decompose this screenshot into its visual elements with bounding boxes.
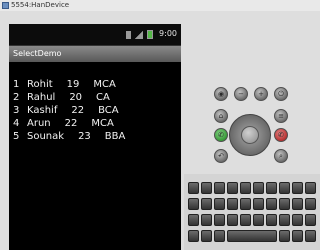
keyboard-key[interactable]: [240, 182, 251, 194]
keyboard-key[interactable]: [214, 182, 225, 194]
keyboard-key[interactable]: [214, 214, 225, 226]
signal-icon: [135, 30, 143, 39]
keyboard-key[interactable]: [214, 230, 225, 242]
row-name: Kashif: [27, 105, 58, 116]
keyboard-key[interactable]: [214, 198, 225, 210]
keyboard-key[interactable]: [305, 230, 316, 242]
keyboard-key[interactable]: [201, 182, 212, 194]
status-bar: 9:00: [9, 24, 181, 46]
keyboard-key[interactable]: [305, 182, 316, 194]
keyboard-key[interactable]: [266, 182, 277, 194]
keyboard-key[interactable]: [292, 198, 303, 210]
row-age: 19: [66, 79, 80, 90]
keyboard-key[interactable]: [279, 214, 290, 226]
student-list: 1 Rohit 19 MCA 2 Rahul 20 CA 3 Kashif 22…: [13, 78, 125, 143]
search-icon[interactable]: ⌕: [274, 149, 288, 163]
row-age: 22: [71, 105, 85, 116]
row-name: Rohit: [27, 79, 53, 90]
keyboard-key[interactable]: [253, 182, 264, 194]
dpad-center-button[interactable]: [241, 126, 259, 144]
window-title: 5554:HanDevice: [11, 1, 70, 9]
keyboard-key[interactable]: [266, 198, 277, 210]
row-course: BBA: [104, 131, 126, 142]
home-icon[interactable]: ⌂: [214, 109, 228, 123]
keyboard-key[interactable]: [201, 214, 212, 226]
keyboard-key[interactable]: [266, 214, 277, 226]
row-name: Arun: [27, 118, 51, 129]
app-title-bar: SelectDemo: [9, 46, 181, 62]
row-name: Sounak: [27, 131, 65, 142]
keyboard-key[interactable]: [240, 214, 251, 226]
sim-card-icon: [126, 30, 131, 39]
row-course: CA: [96, 92, 110, 103]
row-id: 1: [13, 79, 20, 90]
keyboard-key[interactable]: [279, 230, 290, 242]
app-title: SelectDemo: [13, 49, 62, 58]
row-course: MCA: [93, 79, 116, 90]
row-id: 4: [13, 118, 20, 129]
row-age: 23: [78, 131, 91, 142]
emulator-app-icon: [2, 2, 9, 9]
keyboard-key[interactable]: [201, 230, 212, 242]
row-id: 2: [13, 92, 20, 103]
list-item: 4 Arun 22 MCA: [13, 117, 125, 130]
list-item: 5 Sounak 23 BBA: [13, 130, 125, 143]
keyboard-key[interactable]: [253, 214, 264, 226]
keyboard-key[interactable]: [279, 198, 290, 210]
keyboard-key[interactable]: [227, 214, 238, 226]
row-name: Rahul: [27, 92, 56, 103]
list-item: 1 Rohit 19 MCA: [13, 78, 125, 91]
end-call-icon[interactable]: ✆: [274, 128, 288, 142]
keyboard-key[interactable]: [240, 198, 251, 210]
keyboard-key[interactable]: [188, 182, 199, 194]
keyboard-key[interactable]: [279, 182, 290, 194]
keyboard-key[interactable]: [188, 198, 199, 210]
list-item: 2 Rahul 20 CA: [13, 91, 125, 104]
keyboard-key[interactable]: [227, 198, 238, 210]
battery-icon: [147, 30, 153, 39]
row-age: 20: [69, 92, 83, 103]
keyboard-spacebar[interactable]: [227, 230, 277, 242]
hardware-keyboard: [184, 174, 320, 250]
keyboard-key[interactable]: [227, 182, 238, 194]
row-id: 3: [13, 105, 20, 116]
dpad[interactable]: [229, 114, 271, 156]
keyboard-key[interactable]: [292, 230, 303, 242]
emulator-body: 9:00 SelectDemo 1 Rohit 19 MCA 2 Rahul 2…: [0, 11, 320, 250]
device-screen: 9:00 SelectDemo 1 Rohit 19 MCA 2 Rahul 2…: [9, 24, 181, 250]
power-icon[interactable]: ⏻: [274, 87, 288, 101]
row-course: BCA: [98, 105, 119, 116]
row-course: MCA: [91, 118, 114, 129]
call-icon[interactable]: ✆: [214, 128, 228, 142]
keyboard-key[interactable]: [188, 214, 199, 226]
back-icon[interactable]: ↶: [214, 149, 228, 163]
keyboard-key[interactable]: [292, 214, 303, 226]
keyboard-key[interactable]: [188, 230, 199, 242]
row-age: 22: [64, 118, 78, 129]
volume-up-icon[interactable]: +: [254, 87, 268, 101]
keyboard-key[interactable]: [305, 214, 316, 226]
keyboard-key[interactable]: [201, 198, 212, 210]
camera-icon[interactable]: ◉: [214, 87, 228, 101]
row-id: 5: [13, 131, 20, 142]
keyboard-key[interactable]: [253, 198, 264, 210]
list-item: 3 Kashif 22 BCA: [13, 104, 125, 117]
menu-icon[interactable]: ≡: [274, 109, 288, 123]
volume-down-icon[interactable]: −: [234, 87, 248, 101]
keyboard-key[interactable]: [292, 182, 303, 194]
status-clock: 9:00: [159, 29, 177, 38]
keyboard-key[interactable]: [305, 198, 316, 210]
